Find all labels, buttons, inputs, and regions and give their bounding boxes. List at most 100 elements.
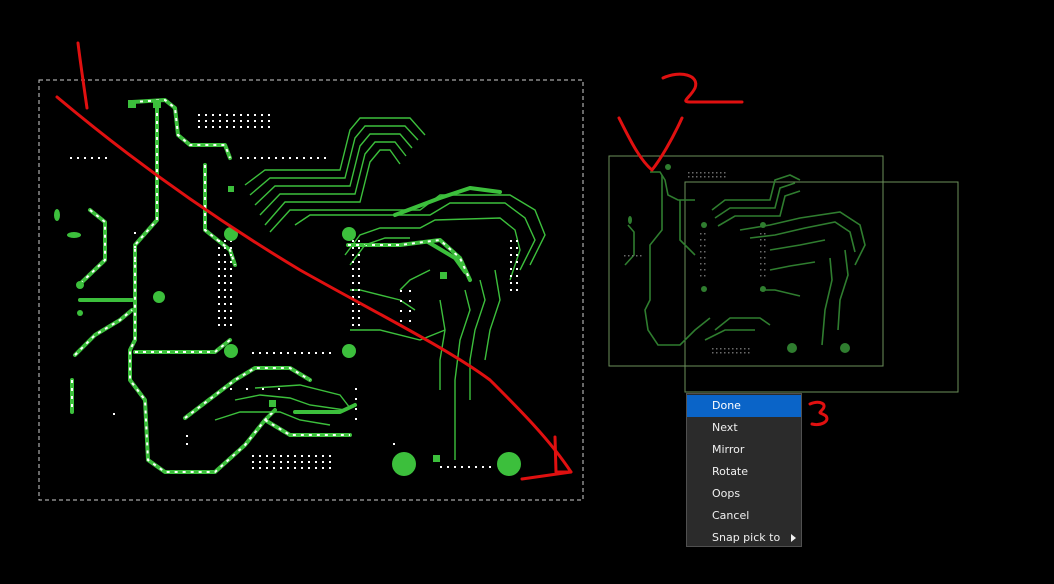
pad: [393, 443, 395, 445]
pad: [240, 120, 242, 122]
pad: [268, 114, 270, 116]
pad: [266, 455, 268, 457]
pad: [510, 268, 512, 270]
pad: [764, 245, 766, 247]
menu-item-done[interactable]: Done: [687, 395, 801, 417]
pad: [240, 126, 242, 128]
pad: [254, 157, 256, 159]
pad: [352, 275, 354, 277]
pad: [224, 303, 226, 305]
pad: [740, 348, 742, 350]
pad: [224, 261, 226, 263]
pad: [230, 282, 232, 284]
pad: [247, 126, 249, 128]
pad: [712, 172, 714, 174]
pad: [640, 255, 642, 257]
pad: [728, 352, 730, 354]
pad: [760, 257, 762, 259]
pad: [704, 263, 706, 265]
pad: [704, 176, 706, 178]
pad: [240, 157, 242, 159]
pad: [230, 317, 232, 319]
pad: [252, 352, 254, 354]
pad: [708, 176, 710, 178]
pad: [218, 310, 220, 312]
pad: [230, 275, 232, 277]
pad: [205, 120, 207, 122]
pad: [280, 352, 282, 354]
pad: [510, 240, 512, 242]
menu-item-mirror[interactable]: Mirror: [687, 439, 801, 461]
pad: [134, 232, 136, 234]
pad: [224, 240, 226, 242]
pad: [280, 455, 282, 457]
pad: [247, 157, 249, 159]
pad: [704, 251, 706, 253]
pad: [273, 467, 275, 469]
pad: [212, 114, 214, 116]
pad: [329, 352, 331, 354]
pad: [400, 310, 402, 312]
pad: [760, 233, 762, 235]
pad: [358, 261, 360, 263]
pad: [700, 239, 702, 241]
vias-large: [54, 100, 521, 476]
pad: [700, 233, 702, 235]
pad: [224, 289, 226, 291]
pad: [315, 352, 317, 354]
pad: [748, 352, 750, 354]
pad: [218, 275, 220, 277]
pad: [700, 176, 702, 178]
pad: [700, 245, 702, 247]
pad: [736, 348, 738, 350]
pad: [700, 263, 702, 265]
pad: [355, 408, 357, 410]
pad: [704, 245, 706, 247]
pad: [358, 254, 360, 256]
pad: [219, 120, 221, 122]
pcb-canvas[interactable]: [0, 0, 1054, 584]
pad: [294, 455, 296, 457]
menu-item-rotate[interactable]: Rotate: [687, 461, 801, 483]
pad: [224, 247, 226, 249]
pad: [317, 157, 319, 159]
menu-item-next[interactable]: Next: [687, 417, 801, 439]
pad: [266, 461, 268, 463]
pad: [760, 275, 762, 277]
pad: [218, 324, 220, 326]
pad: [764, 251, 766, 253]
menu-item-oops[interactable]: Oops: [687, 483, 801, 505]
pcb-board-preview: [608, 155, 959, 393]
pad: [510, 289, 512, 291]
pad: [254, 120, 256, 122]
pad: [301, 461, 303, 463]
pad: [230, 268, 232, 270]
menu-item-cancel[interactable]: Cancel: [687, 505, 801, 527]
annotation-mark-3: [808, 400, 829, 426]
pad: [205, 126, 207, 128]
pad: [468, 466, 470, 468]
pad: [84, 157, 86, 159]
pad: [230, 247, 232, 249]
pad: [352, 240, 354, 242]
pad: [516, 261, 518, 263]
annotation-mark-2: [661, 72, 744, 104]
pad: [700, 251, 702, 253]
pad: [704, 172, 706, 174]
trace-group-bold: [70, 98, 502, 474]
pad: [268, 157, 270, 159]
pad: [294, 461, 296, 463]
pad: [218, 317, 220, 319]
pad: [315, 455, 317, 457]
pad: [704, 257, 706, 259]
pad: [289, 157, 291, 159]
pad: [322, 455, 324, 457]
pad: [198, 114, 200, 116]
menu-item-label: Rotate: [712, 465, 749, 478]
pad: [259, 352, 261, 354]
pad: [358, 296, 360, 298]
pad: [268, 126, 270, 128]
menu-item-snap-pick-to[interactable]: Snap pick to: [687, 527, 801, 549]
pad: [262, 388, 264, 390]
pad: [708, 172, 710, 174]
